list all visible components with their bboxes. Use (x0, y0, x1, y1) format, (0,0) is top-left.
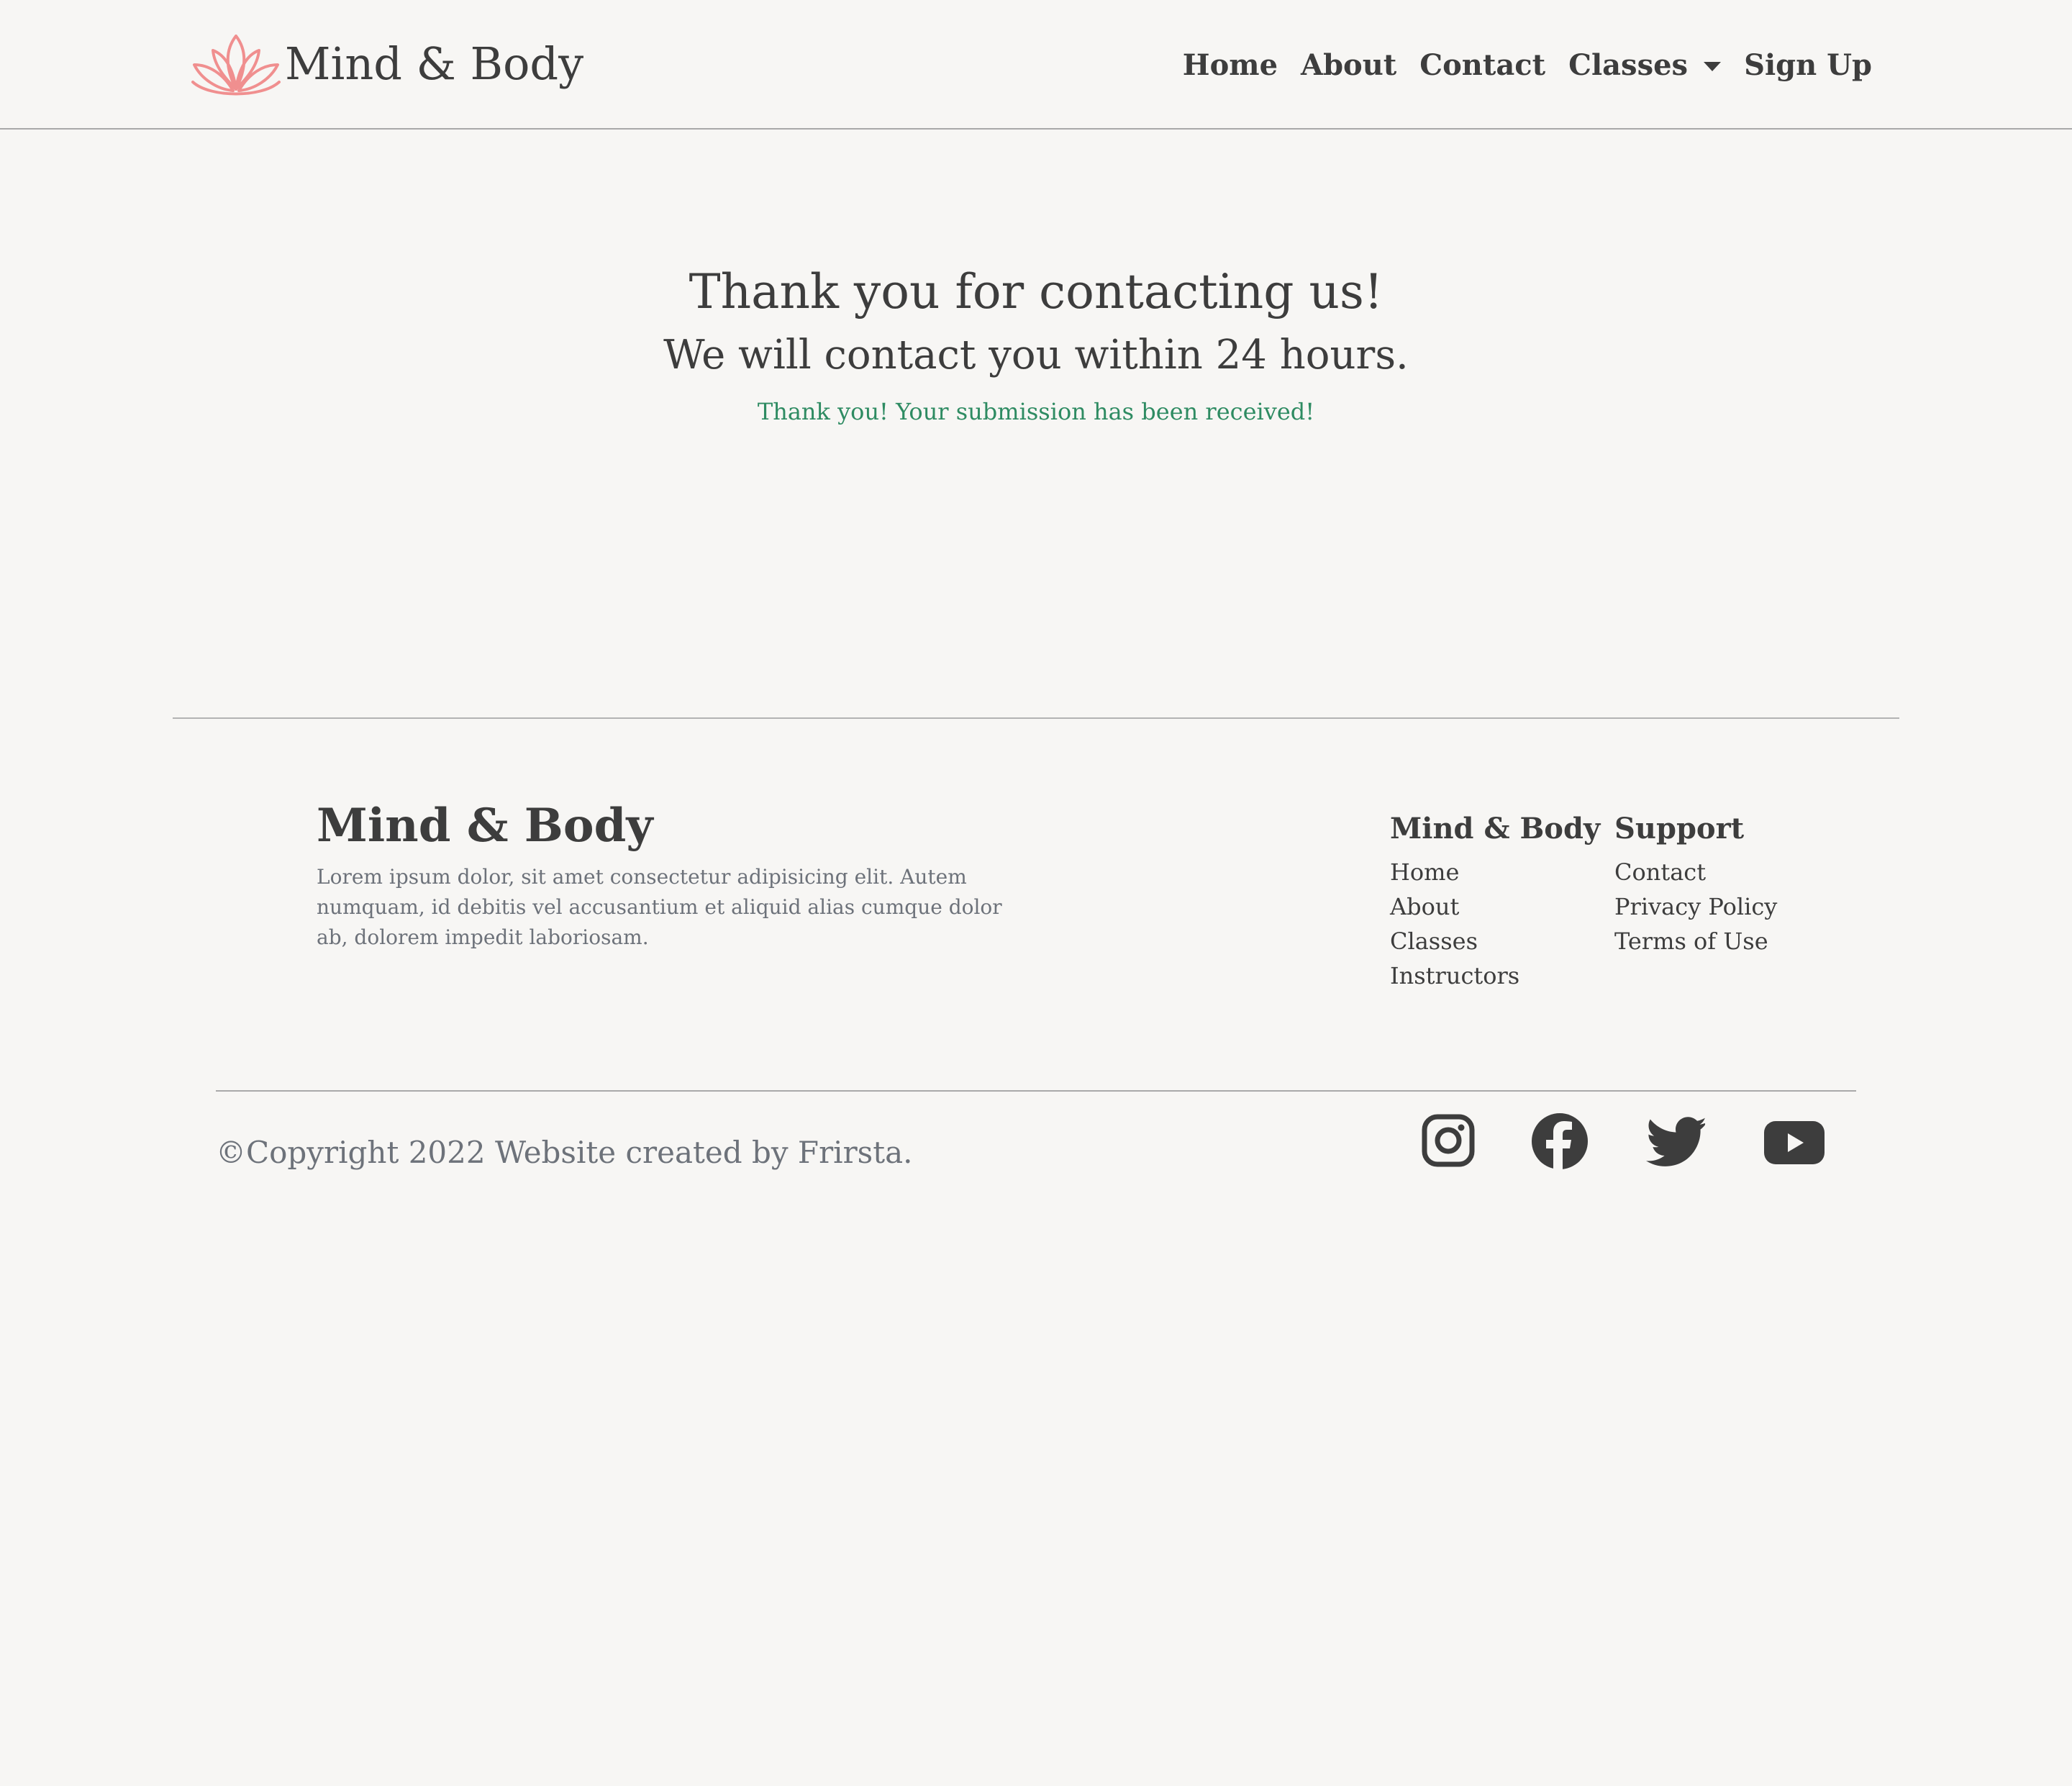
youtube-icon (1764, 1121, 1825, 1164)
lotus-icon (191, 35, 281, 96)
footer-link-list: Home About Classes Instructors (1390, 855, 1600, 993)
nav-about[interactable]: About (1301, 48, 1396, 82)
instagram-icon (1422, 1114, 1475, 1167)
footer-link-privacy-policy[interactable]: Privacy Policy (1614, 893, 1777, 920)
footer-brand-name: Mind & Body (317, 799, 653, 853)
footer-link-item: About (1390, 889, 1600, 924)
footer-column-title: Mind & Body (1390, 812, 1601, 846)
youtube-link[interactable] (1763, 1111, 1826, 1171)
footer-link-home[interactable]: Home (1390, 858, 1459, 886)
nav-classes-dropdown[interactable]: Classes (1568, 47, 1722, 82)
nav-classes-label: Classes (1568, 47, 1689, 82)
submission-success-message: Thank you! Your submission has been rece… (757, 398, 1315, 425)
footer-column-support: Support Contact Privacy Policy Terms of … (1614, 809, 1777, 958)
nav-contact[interactable]: Contact (1419, 48, 1545, 82)
thank-you-section: Thank you for contacting us! We will con… (0, 259, 2072, 427)
footer-column-mind-body: Mind & Body Home About Classes Instructo… (1390, 809, 1600, 993)
footer-link-classes[interactable]: Classes (1390, 928, 1478, 955)
instagram-link[interactable] (1422, 1111, 1475, 1171)
caret-down-icon (1704, 61, 1722, 71)
copyright-text: ©Copyright 2022 Website created by Frirs… (216, 1135, 913, 1170)
footer-link-item: Classes (1390, 924, 1600, 958)
twitter-link[interactable] (1646, 1111, 1705, 1171)
facebook-icon (1532, 1113, 1588, 1171)
footer-link-instructors[interactable]: Instructors (1390, 962, 1519, 989)
nav-signup[interactable]: Sign Up (1744, 48, 1872, 82)
footer-divider (173, 717, 1899, 719)
twitter-icon (1646, 1117, 1705, 1166)
footer-link-about[interactable]: About (1390, 893, 1459, 920)
footer-column-title: Support (1614, 812, 1745, 846)
nav-home[interactable]: Home (1183, 48, 1278, 82)
footer-link-item: Home (1390, 855, 1600, 889)
footer-link-list: Contact Privacy Policy Terms of Use (1614, 855, 1777, 958)
footer-bottom-divider (216, 1090, 1856, 1092)
brand-link[interactable]: Mind & Body (188, 27, 583, 99)
footer-link-contact[interactable]: Contact (1614, 858, 1706, 886)
thank-you-subtitle: We will contact you within 24 hours. (663, 332, 1409, 378)
footer-link-item: Contact (1614, 855, 1777, 889)
footer-link-item: Terms of Use (1614, 924, 1777, 958)
footer-brand-block: Mind & Body Lorem ipsum dolor, sit amet … (317, 797, 1036, 953)
footer-link-item: Instructors (1390, 958, 1600, 993)
main-nav: Home About Contact Classes Sign Up (1183, 37, 1872, 92)
footer-link-terms-of-use[interactable]: Terms of Use (1614, 928, 1768, 955)
brand-name: Mind & Body (285, 37, 584, 90)
navbar: Mind & Body Home About Contact Classes S… (0, 0, 2072, 130)
footer-description: Lorem ipsum dolor, sit amet consectetur … (317, 865, 1002, 949)
facebook-link[interactable] (1531, 1111, 1589, 1171)
thank-you-title: Thank you for contacting us! (689, 264, 1383, 319)
footer-link-item: Privacy Policy (1614, 889, 1777, 924)
